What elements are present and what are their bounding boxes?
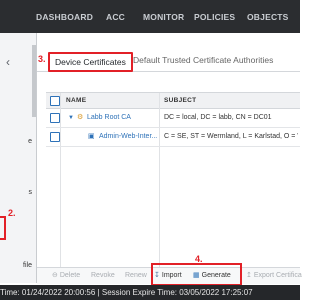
column-header-name[interactable]: NAME [66, 93, 86, 108]
sidebar-item-label: s [28, 189, 33, 196]
delete-label: Delete [59, 272, 81, 279]
generate-button-highlight [151, 263, 242, 286]
select-all-checkbox[interactable] [50, 96, 60, 106]
nav-objects[interactable]: OBJECTS [247, 0, 289, 33]
certificate-subject: DC = local, DC = labb, CN = DC01 [164, 114, 272, 121]
delete-icon: ⊖ [52, 272, 58, 279]
renew-button[interactable]: Renew [125, 268, 147, 284]
tab-device-certificates[interactable]: Device Certificates [48, 52, 133, 72]
table-header: NAME SUBJECT [46, 93, 300, 109]
export-icon: ↥ [246, 272, 252, 279]
export-label: Export Certifica [253, 272, 302, 279]
sidebar-item-certificates-highlight[interactable] [0, 216, 6, 240]
nav-monitor[interactable]: MONITOR [143, 0, 184, 33]
export-certificate-button[interactable]: ↥ Export Certifica [246, 268, 302, 284]
sidebar-item[interactable]: file [0, 260, 34, 272]
row-checkbox[interactable] [50, 113, 60, 123]
left-sidebar: ‹ e s file [0, 33, 37, 283]
sidebar-item[interactable]: s [0, 187, 34, 199]
revoke-button[interactable]: Revoke [91, 268, 115, 284]
nav-policies[interactable]: POLICIES [194, 0, 235, 33]
session-time-text: Time: 01/24/2022 20:00:56 | Session Expi… [0, 288, 253, 297]
sidebar-item[interactable]: e [0, 136, 34, 148]
delete-button[interactable]: ⊖ Delete [52, 268, 80, 284]
sidebar-scrollbar[interactable] [32, 45, 36, 117]
nav-acc[interactable]: ACC [106, 0, 125, 33]
certificate-icon: ⚙ [77, 114, 84, 121]
revoke-label: Revoke [91, 272, 115, 279]
certificate-subject: C = SE, ST = Wermland, L = Karlstad, O =… [164, 133, 298, 140]
collapse-arrow-icon[interactable]: ‹ [6, 55, 10, 69]
sidebar-item-label: file [23, 262, 32, 269]
expand-chevron-icon[interactable]: ▼ [68, 109, 74, 127]
certificate-name-link[interactable]: Admin-Web-Inter... [99, 128, 157, 146]
top-navigation-bar: DASHBOARD ACC MONITOR POLICIES OBJECTS [0, 0, 300, 33]
column-header-subject[interactable]: SUBJECT [164, 93, 196, 108]
row-checkbox[interactable] [50, 132, 60, 142]
table-row[interactable]: ▼ ⚙ Labb Root CA DC = local, DC = labb, … [46, 109, 300, 128]
certificate-tabs: Device Certificates Default Trusted Cert… [37, 49, 300, 72]
sidebar-item-label: e [28, 138, 32, 145]
renew-label: Renew [125, 272, 147, 279]
tab-default-trusted-cas[interactable]: Default Trusted Certificate Authorities [133, 52, 273, 68]
certificate-icon: ▣ [88, 133, 95, 140]
certificate-name-link[interactable]: Labb Root CA [87, 109, 131, 127]
certificates-table: NAME SUBJECT ▼ ⚙ Labb Root CA DC = local… [46, 92, 300, 268]
table-row[interactable]: ▣ Admin-Web-Inter... C = SE, ST = Wermla… [46, 128, 300, 147]
status-bar: Time: 01/24/2022 20:00:56 | Session Expi… [0, 285, 300, 300]
step-2-callout: 2. [8, 208, 16, 218]
nav-dashboard[interactable]: DASHBOARD [36, 0, 93, 33]
